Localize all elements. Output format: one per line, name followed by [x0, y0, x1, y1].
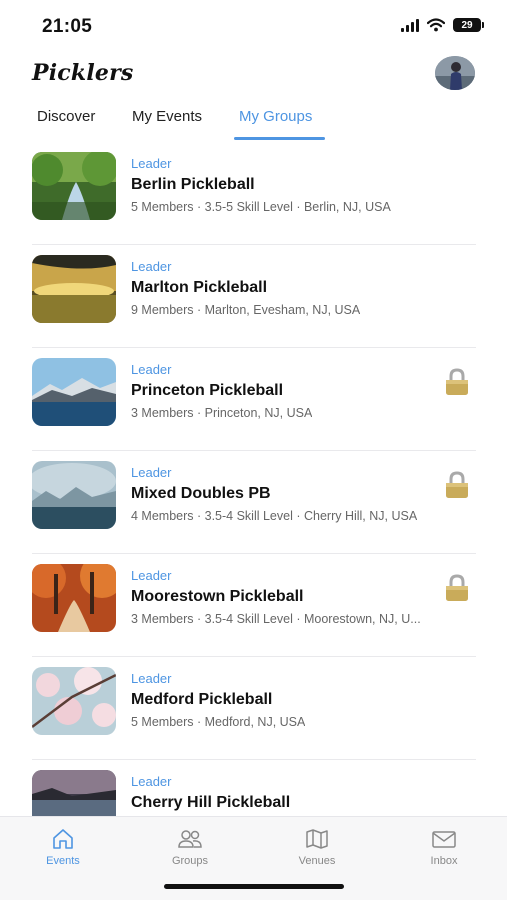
nav-label: Events	[46, 855, 80, 867]
group-row[interactable]: Leader Princeton Pickleball 3 Members · …	[32, 348, 476, 451]
group-row[interactable]: Leader Medford Pickleball 5 Members · Me…	[32, 657, 476, 760]
group-row[interactable]: Leader Mixed Doubles PB 4 Members · 3.5-…	[32, 451, 476, 554]
group-row[interactable]: Leader Marlton Pickleball 9 Members · Ma…	[32, 245, 476, 348]
profile-avatar[interactable]	[435, 56, 475, 90]
lock-icon	[446, 368, 468, 395]
tab-my-events[interactable]: My Events	[132, 108, 202, 125]
group-thumbnail	[32, 358, 116, 426]
group-row[interactable]: Leader Moorestown Pickleball 3 Members ·…	[32, 554, 476, 657]
group-thumbnail	[32, 564, 116, 632]
avatar-photo	[435, 56, 475, 90]
group-details: 3 Members · 3.5-4 Skill Level · Mooresto…	[131, 612, 421, 626]
group-details: 5 Members · Medford, NJ, USA	[131, 715, 306, 729]
group-role: Leader	[131, 156, 172, 171]
group-details: 3 Members · Princeton, NJ, USA	[131, 406, 313, 420]
group-name: Medford Pickleball	[131, 691, 273, 708]
group-role: Leader	[131, 465, 172, 480]
tab-my-groups[interactable]: My Groups	[239, 108, 312, 125]
wifi-icon	[427, 18, 445, 32]
app-logo: Picklers	[32, 60, 134, 86]
group-name: Moorestown Pickleball	[131, 588, 304, 605]
group-details: 4 Members · 3.5-4 Skill Level · Cherry H…	[131, 509, 418, 523]
group-name: Marlton Pickleball	[131, 279, 268, 296]
nav-label: Venues	[298, 855, 336, 867]
map-icon	[306, 829, 328, 849]
nav-events[interactable]: Events	[18, 827, 108, 867]
tab-discover[interactable]: Discover	[37, 108, 95, 125]
nav-label: Inbox	[430, 855, 458, 867]
group-name: Princeton Pickleball	[131, 382, 284, 399]
group-role: Leader	[131, 259, 172, 274]
nav-groups[interactable]: Groups	[145, 827, 235, 867]
battery-level: 29	[461, 19, 473, 31]
group-thumbnail	[32, 152, 116, 220]
group-list[interactable]: Leader Berlin Pickleball 5 Members · 3.5…	[0, 142, 507, 816]
group-name: Berlin Pickleball	[131, 176, 255, 193]
group-name: Mixed Doubles PB	[131, 485, 271, 502]
status-time: 21:05	[42, 16, 93, 37]
group-role: Leader	[131, 568, 172, 583]
lock-icon	[446, 574, 468, 601]
group-thumbnail	[32, 255, 116, 323]
nav-inbox[interactable]: Inbox	[399, 827, 489, 867]
app-header: Picklers	[0, 52, 507, 94]
status-bar: 21:05 29	[0, 0, 507, 52]
group-name: Cherry Hill Pickleball	[131, 794, 291, 811]
group-row[interactable]: Leader Cherry Hill Pickleball	[32, 760, 476, 816]
group-thumbnail	[32, 461, 116, 529]
group-role: Leader	[131, 362, 172, 377]
status-icons: 29	[401, 18, 484, 32]
lock-icon	[446, 471, 468, 498]
home-indicator[interactable]	[164, 884, 344, 889]
signal-icon	[401, 18, 419, 32]
group-role: Leader	[131, 671, 172, 686]
group-thumbnail	[32, 770, 116, 816]
active-tab-indicator	[234, 137, 325, 140]
nav-label: Groups	[171, 855, 209, 867]
group-thumbnail	[32, 667, 116, 735]
tab-bar: Discover My Events My Groups	[0, 98, 507, 142]
group-details: 5 Members · 3.5-5 Skill Level · Berlin, …	[131, 200, 391, 214]
people-icon	[178, 830, 202, 848]
group-row[interactable]: Leader Berlin Pickleball 5 Members · 3.5…	[32, 142, 476, 245]
home-icon	[53, 829, 73, 849]
mail-icon	[432, 831, 456, 848]
battery-icon: 29	[453, 18, 484, 32]
nav-venues[interactable]: Venues	[272, 827, 362, 867]
group-details: 9 Members · Marlton, Evesham, NJ, USA	[131, 303, 361, 317]
group-role: Leader	[131, 774, 172, 789]
